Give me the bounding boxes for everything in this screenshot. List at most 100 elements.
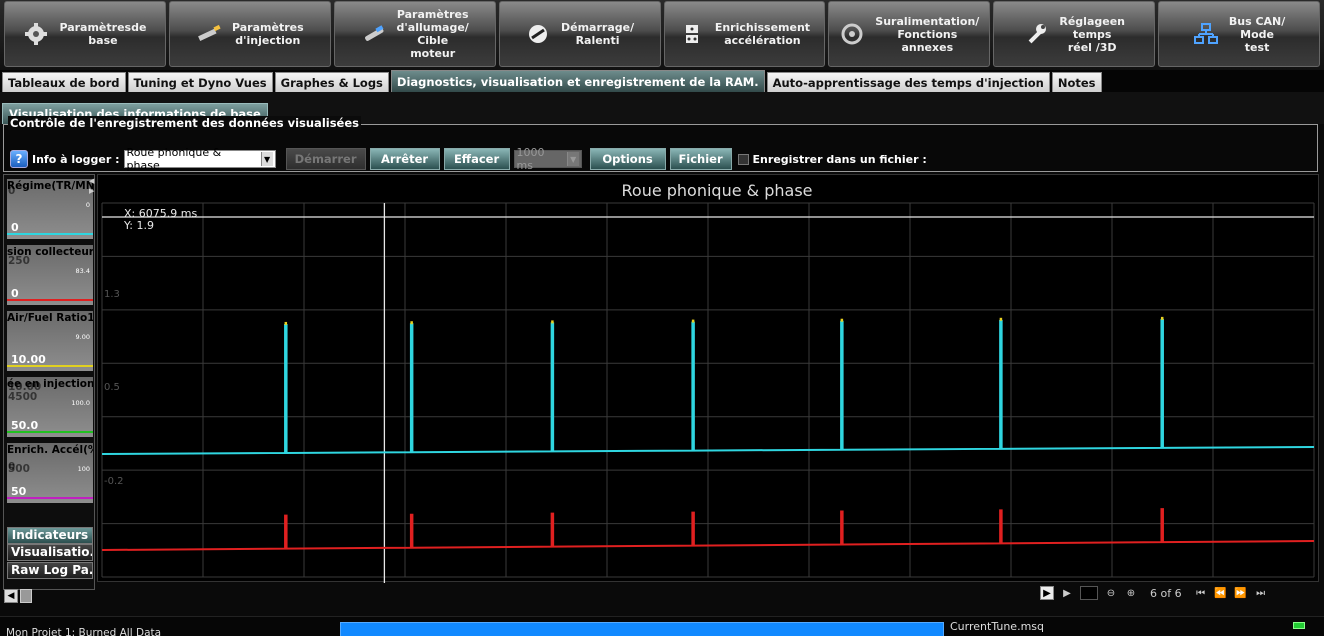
gauge-color-line [7, 233, 93, 235]
info-to-log-value: Roue phonique & phase [126, 146, 222, 172]
first-page-icon[interactable]: ⏮ [1194, 586, 1208, 600]
gear-icon [23, 21, 49, 47]
app-window: Paramètresde base Paramètres d'injection P… [0, 0, 1324, 636]
pulse-marker [551, 320, 554, 324]
clear-button[interactable]: Effacer [443, 148, 510, 170]
y-tick-label: 0.5 [104, 382, 120, 393]
rewind-icon[interactable]: ⏪ [1214, 586, 1228, 600]
fast-forward-icon[interactable]: ⏩ [1234, 586, 1248, 600]
pulse-marker [410, 321, 413, 325]
visualisation-button[interactable]: Visualisatio... [7, 544, 93, 561]
rawlog-button[interactable]: Raw Log Pa... [7, 562, 93, 579]
scroll-left-icon[interactable]: ◀ [4, 589, 18, 603]
gauge-dial-icon [525, 21, 551, 47]
main-tabs: Tableaux de bord Tuning et Dyno Vues Graph… [0, 70, 1324, 92]
chevron-down-icon: ▼ [566, 152, 579, 166]
tab-4[interactable]: Auto-apprentissage des temps d'injection [766, 72, 1050, 92]
last-page-icon[interactable]: ⏭ [1254, 586, 1268, 600]
gauge-color-line [7, 365, 93, 367]
status-bar: Mon Projet 1: Burned All Data CurrentTun… [0, 616, 1324, 636]
gauge-max: 0 [85, 201, 90, 209]
gauge-overlay-value: 250 [8, 255, 30, 267]
toolbar-button-label: Paramètres d'allumage/ Cible moteur [396, 8, 469, 60]
gauges-panel: Régime(TR/MN) 0 0 sion collecteur(83.4 0 Air/… [3, 174, 95, 590]
page-total: 6 [1174, 586, 1182, 600]
toolbar-button-label: Paramètres d'injection [231, 21, 304, 47]
tab-5[interactable]: Notes [1051, 72, 1102, 92]
y-tick-label: -0.2 [104, 476, 124, 487]
toolbar-button-boost[interactable]: Suralimentation/ Fonctions annexes [828, 1, 991, 67]
toolbar-button-label: Suralimentation/ Fonctions annexes [875, 14, 980, 54]
toolbar-button-base[interactable]: Paramètresde base [4, 1, 166, 67]
spark-plug-icon [361, 21, 387, 47]
toolbar-button-label: Enrichissement accélération [714, 21, 811, 47]
toolbar-button-enrich[interactable]: Enrichissement accélération [663, 1, 826, 67]
toolbar-button-ignition[interactable]: Paramètres d'allumage/ Cible moteur [333, 1, 496, 67]
pulse-marker [840, 318, 844, 322]
status-project: Mon Projet 1: Burned All Data [6, 627, 162, 636]
page-indicator: 6 of 6 [1150, 587, 1182, 600]
zoom-out-icon[interactable]: ⊖ [1104, 586, 1118, 600]
logging-control-group: Contrôle de l'enregistrement des données… [3, 116, 1318, 172]
gauge-1[interactable]: sion collecteur(83.4 0 [7, 245, 93, 305]
y-tick-label: 1.3 [104, 289, 120, 300]
collapse-panel-icon[interactable]: ◀ ▶ [89, 176, 96, 196]
zoom-in-icon[interactable]: ⊕ [1124, 586, 1138, 600]
play-icon[interactable]: ▶ [1060, 586, 1074, 600]
options-button[interactable]: Options [589, 148, 666, 170]
start-button[interactable]: Démarrer [285, 148, 366, 170]
chevron-down-icon: ▼ [260, 152, 273, 166]
stop-button[interactable]: Arrêter [369, 148, 440, 170]
interval-value: 1000 ms [516, 146, 545, 172]
wrench-icon [1023, 21, 1049, 47]
logging-control-legend: Contrôle de l'enregistrement des données… [8, 116, 361, 130]
pulse-marker [691, 319, 695, 323]
indicators-button[interactable]: Indicateurs [7, 527, 93, 544]
help-icon[interactable]: ? [10, 150, 28, 168]
status-file: CurrentTune.msq [950, 620, 1044, 633]
gauge-overlay-value: 4500 [8, 391, 38, 403]
toolbar-button-can[interactable]: Bus CAN/ Mode test [1158, 1, 1320, 67]
toolbar-button-label: Démarrage/ Ralenti [561, 21, 635, 47]
network-icon [1193, 21, 1219, 47]
tab-2[interactable]: Graphes & Logs [274, 72, 389, 92]
gauge-max: 83.4 [75, 267, 90, 275]
chart-panel[interactable]: Roue phonique & phase 1.3 0.5 -0.2 X: 6075.9… [97, 174, 1319, 583]
main-toolbar: Paramètresde base Paramètres d'injection P… [0, 0, 1324, 70]
toolbar-button-idle[interactable]: Démarrage/ Ralenti [498, 1, 661, 67]
dice-icon [679, 21, 705, 47]
gauge-title: Enrich. Accél(% [7, 444, 93, 456]
gauge-title: Régime(TR/MN) [7, 180, 93, 192]
toolbar-button-label: Paramètresde base [59, 21, 147, 47]
gauge-2[interactable]: Air/Fuel Ratio1 9.00 10.00 [7, 311, 93, 371]
turbo-icon [839, 21, 865, 47]
tab-0[interactable]: Tableaux de bord [2, 72, 126, 92]
cursor-y-label: Y: 1.9 [123, 219, 154, 232]
chart-navigation: ▶ ▶ ⊖ ⊕ 6 of 6 ⏮ ⏪ ⏩ ⏭ [1040, 584, 1268, 602]
gauge-max: 9.00 [75, 333, 90, 341]
file-button[interactable]: Fichier [669, 148, 732, 170]
stop-icon[interactable] [1080, 586, 1098, 600]
pulse-marker [999, 317, 1003, 321]
page-current: 6 [1150, 586, 1157, 600]
save-to-file-label: Enregistrer dans un fichier : [752, 152, 927, 166]
gauge-overlay-value: 0 [8, 185, 16, 197]
injector-icon [196, 21, 222, 47]
pulse-marker [1160, 316, 1164, 320]
gauge-color-line [7, 431, 93, 433]
scrollbar-thumb[interactable] [20, 589, 32, 603]
toolbar-button-injection[interactable]: Paramètres d'injection [168, 1, 331, 67]
interval-select[interactable]: 1000 ms ▼ [513, 146, 582, 172]
toolbar-button-label: Réglageen temps réel /3D [1059, 14, 1125, 54]
play-box-icon[interactable]: ▶ [1040, 586, 1054, 600]
gauge-max: 100 [77, 465, 90, 473]
save-to-file-checkbox[interactable] [737, 153, 749, 165]
gauge-color-line [7, 299, 93, 301]
gauge-title: Air/Fuel Ratio1 [7, 312, 93, 324]
info-to-log-select[interactable]: Roue phonique & phase ▼ [123, 146, 276, 172]
gauge-0[interactable]: Régime(TR/MN) 0 0 [7, 179, 93, 239]
tab-1[interactable]: Tuning et Dyno Vues [127, 72, 273, 92]
tab-3[interactable]: Diagnostics, visualisation et enregistre… [390, 70, 765, 92]
connection-led-icon [1293, 622, 1305, 629]
toolbar-button-tune[interactable]: Réglageen temps réel /3D [993, 1, 1156, 67]
